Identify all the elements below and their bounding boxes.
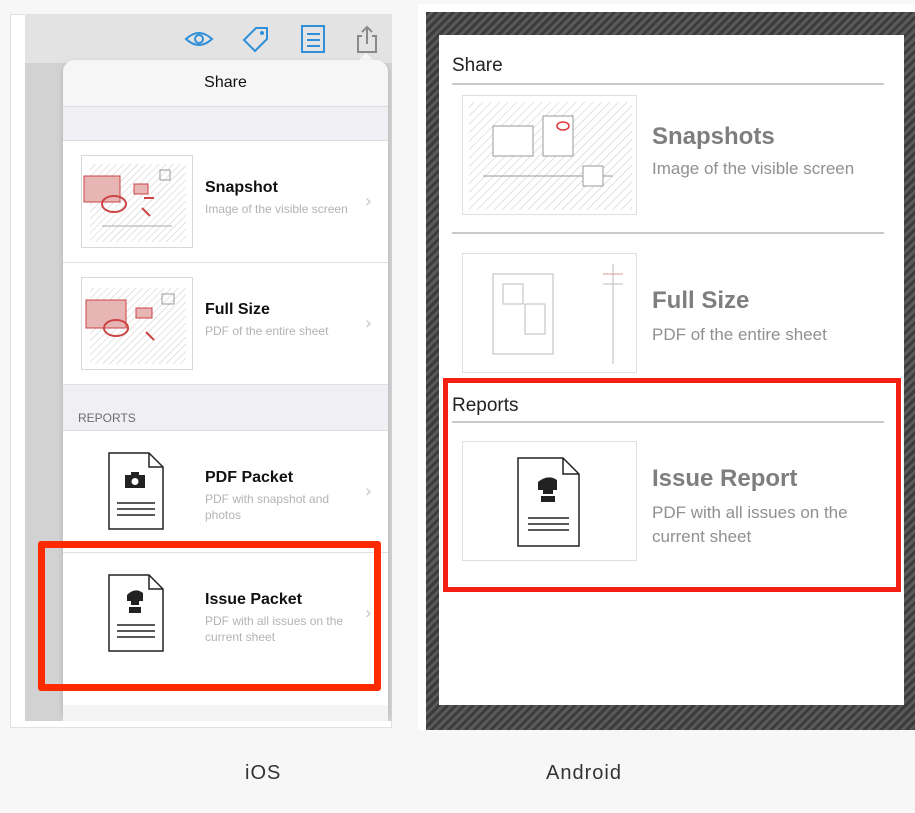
group-spacer — [63, 107, 388, 141]
snapshot-row[interactable]: Snapshot Image of the visible screen › — [63, 141, 388, 263]
pdf-packet-title: PDF Packet — [205, 469, 294, 486]
pdf-packet-subtitle: PDF with snapshot and photos — [205, 492, 330, 522]
full-size-row[interactable]: Full Size PDF of the entire sheet › — [63, 263, 388, 385]
pdf-packet-row[interactable]: PDF Packet PDF with snapshot and photos … — [63, 431, 388, 553]
full-size-title: Full Size — [205, 301, 270, 318]
full-size-subtitle: PDF of the entire sheet — [652, 325, 827, 344]
pdf-document-icon — [107, 451, 165, 531]
chevron-right-icon: › — [364, 313, 372, 334]
eye-icon[interactable] — [183, 23, 215, 55]
snapshots-thumbnail — [462, 95, 637, 215]
issue-packet-highlight — [38, 541, 381, 691]
popover-bottom-strip — [63, 705, 388, 721]
issue-report-highlight — [443, 378, 901, 592]
share-icon[interactable] — [351, 23, 383, 55]
reports-section-header: REPORTS — [63, 385, 388, 431]
chevron-right-icon: › — [364, 191, 372, 212]
snapshots-subtitle: Image of the visible screen — [652, 159, 855, 178]
snapshots-title: Snapshots — [652, 123, 775, 150]
share-dialog: Share Snapshots Image of the visible scr… — [439, 35, 904, 705]
full-size-subtitle: PDF of the entire sheet — [205, 324, 329, 338]
ios-caption: iOS — [245, 762, 282, 784]
item-divider — [452, 232, 884, 234]
android-screenshot-frame: Share Snapshots Image of the visible scr… — [418, 4, 915, 730]
tag-icon[interactable] — [239, 23, 271, 55]
snapshot-subtitle: Image of the visible screen — [205, 202, 348, 216]
chevron-right-icon: › — [364, 481, 372, 502]
snapshot-title: Snapshot — [205, 179, 278, 196]
list-icon[interactable] — [297, 23, 329, 55]
ios-toolbar — [25, 15, 392, 63]
full-size-title: Full Size — [652, 287, 750, 314]
full-size-thumbnail — [81, 277, 193, 370]
popover-title: Share — [63, 60, 388, 107]
full-size-thumbnail — [462, 253, 637, 373]
snapshot-thumbnail — [81, 155, 193, 248]
share-section-label: Share — [452, 55, 503, 76]
android-screen: Share Snapshots Image of the visible scr… — [426, 12, 915, 730]
android-caption: Android — [546, 762, 622, 784]
share-divider — [452, 83, 884, 85]
